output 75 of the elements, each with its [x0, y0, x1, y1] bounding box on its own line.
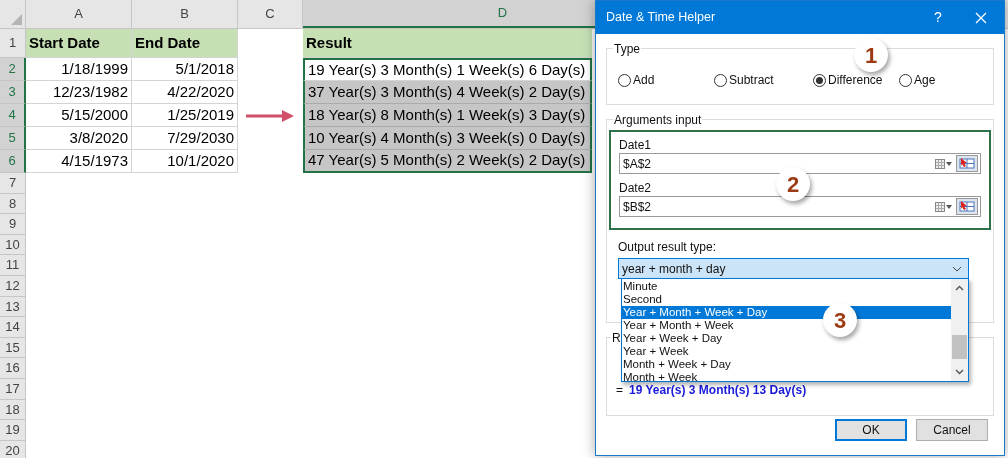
table-cell: 5/1/2018 [132, 58, 238, 81]
radio-option[interactable]: Difference [813, 71, 899, 89]
row-header[interactable]: 18 [0, 399, 26, 421]
close-icon [975, 11, 987, 24]
table-cell: 1/18/1999 [26, 58, 132, 81]
calendar-dropdown-icon[interactable] [935, 201, 953, 212]
table-cell: 3/8/2020 [26, 127, 132, 150]
table-cell: 1/25/2019 [132, 104, 238, 127]
column-header[interactable]: A [26, 0, 132, 28]
table-cell: 19 Year(s) 3 Month(s) 1 Week(s) 6 Day(s) [303, 58, 592, 81]
row-header[interactable]: 17 [0, 378, 26, 400]
dialog-button[interactable]: OK [835, 419, 907, 441]
table-cell: Result [303, 29, 592, 58]
table-cell: 4/15/1973 [26, 150, 132, 173]
row-header[interactable]: 1 [0, 29, 26, 58]
row-header[interactable]: 19 [0, 420, 26, 441]
scroll-down-icon[interactable] [955, 369, 964, 375]
dropdown-option[interactable]: Month + Week + Day [622, 358, 731, 371]
table-cell: 4/22/2020 [132, 81, 238, 104]
row-header[interactable]: 9 [0, 214, 26, 235]
field-label: Output result type: [618, 239, 717, 256]
table-cell: Start Date [26, 29, 132, 58]
table-cell: 37 Year(s) 3 Month(s) 4 Week(s) 2 Day(s) [303, 81, 592, 104]
row-header[interactable]: 14 [0, 317, 26, 338]
dropdown-option[interactable]: Second [622, 293, 662, 306]
column-header[interactable]: B [132, 0, 238, 28]
arrow-icon [245, 108, 296, 123]
range-select-icon[interactable] [956, 155, 978, 172]
table-cell: 47 Year(s) 5 Month(s) 2 Week(s) 2 Day(s) [303, 150, 592, 173]
row-header[interactable]: 4 [0, 104, 26, 127]
input-field[interactable]: $A$2 [619, 153, 981, 174]
equals-sign: = [616, 382, 623, 399]
row-header[interactable]: 13 [0, 296, 26, 318]
chevron-down-icon [952, 265, 962, 272]
dropdown-option[interactable]: Month + Week [622, 371, 698, 384]
calendar-dropdown-icon[interactable] [935, 158, 953, 169]
input-field[interactable]: $B$2 [619, 196, 981, 217]
radio-option[interactable]: Subtract [714, 71, 813, 89]
scroll-up-icon[interactable] [955, 285, 964, 291]
result-text: 19 Year(s) 3 Month(s) 13 Day(s) [629, 382, 807, 399]
row-header[interactable]: 6 [0, 150, 26, 173]
row-header[interactable]: 12 [0, 275, 26, 297]
table-cell: 18 Year(s) 8 Month(s) 1 Week(s) 3 Day(s) [303, 104, 592, 127]
row-header[interactable]: 8 [0, 193, 26, 215]
dialog-button[interactable]: Cancel [916, 419, 988, 441]
range-select-icon[interactable] [956, 198, 978, 215]
row-header[interactable]: 3 [0, 81, 26, 104]
row-header[interactable]: 10 [0, 234, 26, 256]
scrollbar-thumb[interactable] [952, 335, 967, 359]
help-button[interactable]: ? [918, 1, 958, 34]
step-badge: 2 [776, 167, 810, 201]
dropdown-option[interactable]: Year + Month + Week [622, 319, 734, 332]
dropdown-option[interactable]: Minute [622, 280, 658, 293]
row-header[interactable]: 15 [0, 337, 26, 359]
radio-option[interactable]: Add [618, 71, 714, 89]
table-cell: 12/23/1982 [26, 81, 132, 104]
row-header[interactable]: 16 [0, 358, 26, 379]
row-header[interactable]: 2 [0, 58, 26, 81]
field-label: Date1 [619, 137, 652, 153]
radio-option[interactable]: Age [899, 71, 959, 89]
row-header[interactable]: 5 [0, 127, 26, 150]
dropdown-option[interactable]: Year + Week [622, 345, 689, 358]
step-badge: 1 [854, 38, 888, 72]
dropdown-option[interactable]: Year + Week + Day [622, 332, 723, 345]
table-cell: 10 Year(s) 4 Month(s) 3 Week(s) 0 Day(s) [303, 127, 592, 150]
table-cell: 7/29/2030 [132, 127, 238, 150]
dropdown-field[interactable]: year + month + day [618, 258, 969, 279]
field-label: Date2 [619, 180, 652, 196]
table-cell: 10/1/2020 [132, 150, 238, 173]
table-cell: End Date [132, 29, 238, 58]
table-cell: 5/15/2000 [26, 104, 132, 127]
row-header[interactable]: 7 [0, 173, 26, 194]
row-header[interactable]: 11 [0, 255, 26, 276]
scrollbar[interactable] [951, 279, 968, 381]
radio-circle-icon [813, 73, 826, 87]
